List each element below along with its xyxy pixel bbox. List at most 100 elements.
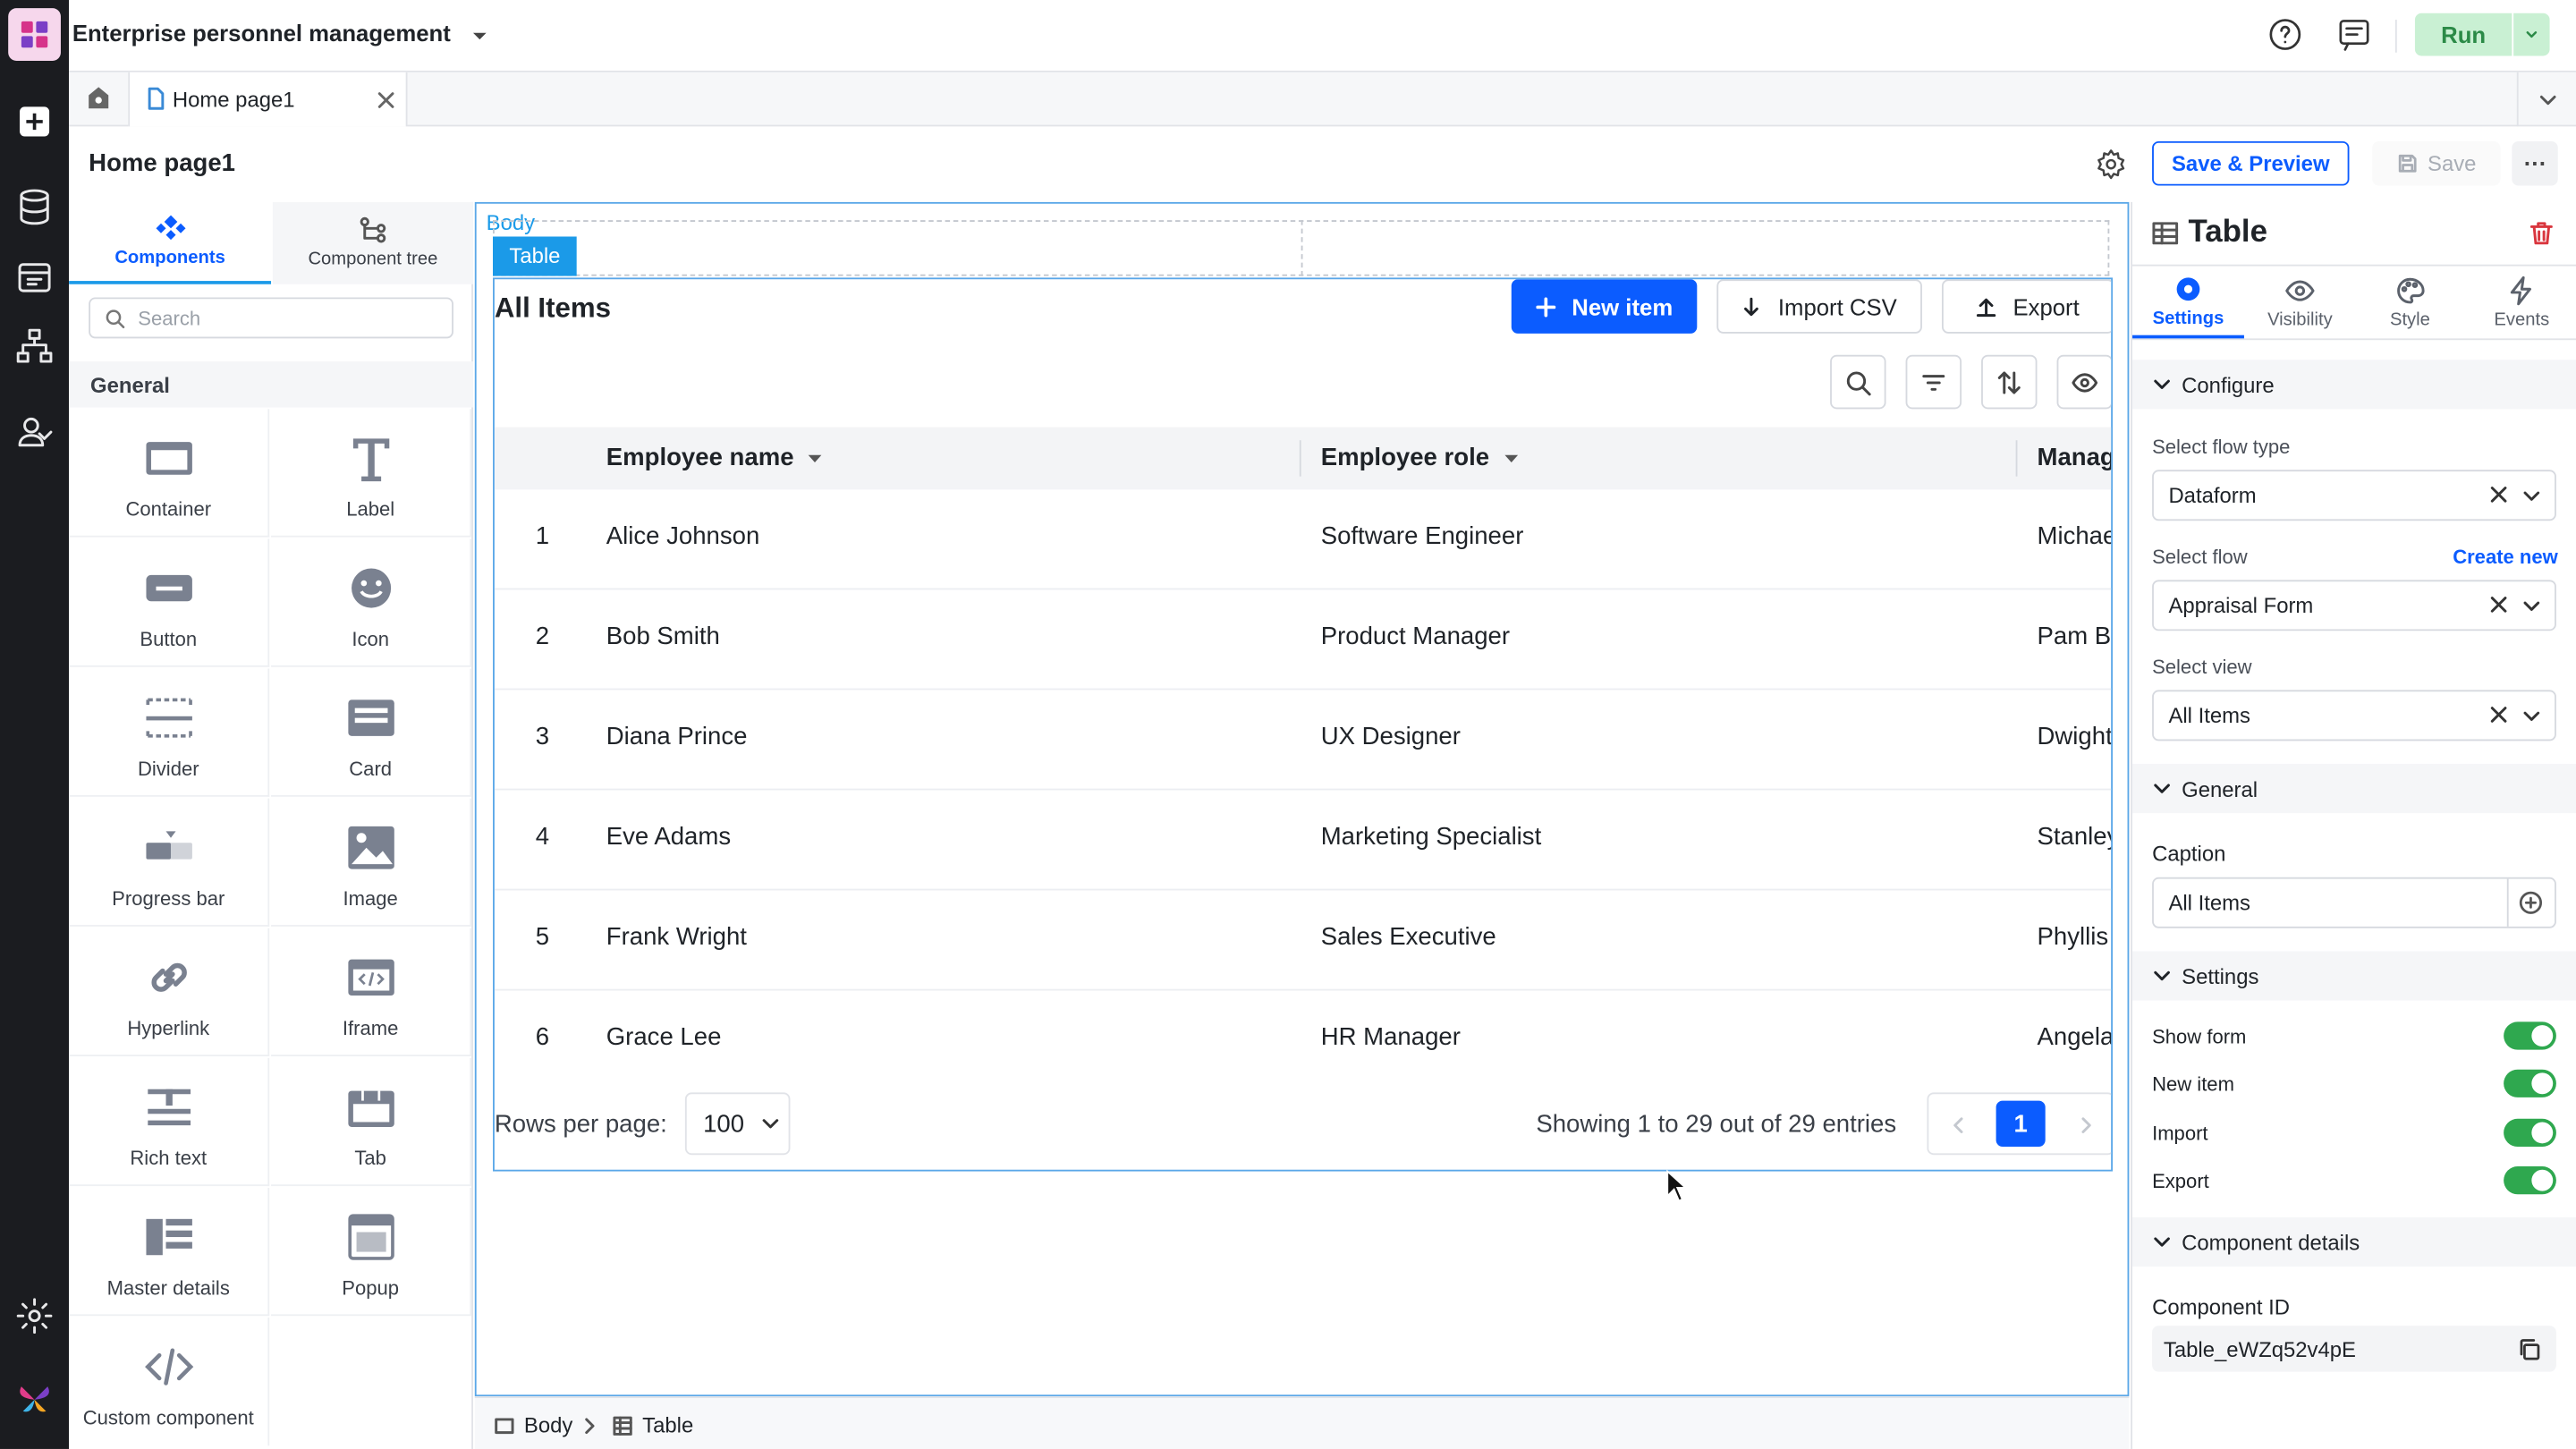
tab-home-page1[interactable]: Home page1 bbox=[128, 72, 408, 127]
table-sort-button[interactable] bbox=[1981, 354, 2038, 410]
component-card[interactable]: Card bbox=[271, 668, 472, 797]
tab-style[interactable]: Style bbox=[2354, 267, 2466, 339]
chevron-down-icon bbox=[2154, 379, 2170, 389]
database-icon[interactable] bbox=[15, 187, 55, 226]
table-filter-button[interactable] bbox=[1905, 354, 1962, 410]
lightning-icon bbox=[2510, 275, 2531, 305]
table-visibility-button[interactable] bbox=[2056, 354, 2112, 410]
chevron-right-icon[interactable] bbox=[2077, 1115, 2097, 1135]
tab-visibility[interactable]: Visibility bbox=[2244, 267, 2356, 339]
import-toggle[interactable] bbox=[2504, 1118, 2556, 1148]
chevron-left-icon[interactable] bbox=[1948, 1115, 1968, 1135]
caption-input[interactable]: All Items bbox=[2152, 877, 2556, 928]
add-circle-icon[interactable] bbox=[2519, 890, 2544, 915]
pages-icon[interactable] bbox=[15, 258, 55, 297]
export-toggle[interactable] bbox=[2504, 1166, 2556, 1195]
table-row[interactable]: 5 Frank Wright Sales Executive Phyllis bbox=[494, 890, 2112, 991]
gear-icon[interactable] bbox=[15, 1296, 55, 1335]
table-row[interactable]: 4 Eve Adams Marketing Specialist Stanley bbox=[494, 790, 2112, 891]
export-button[interactable]: Export bbox=[1941, 279, 2112, 334]
run-button[interactable]: Run bbox=[2414, 13, 2512, 56]
table-row[interactable]: 3 Diana Prince UX Designer Dwight bbox=[494, 690, 2112, 791]
import-csv-button[interactable]: Import CSV bbox=[1716, 279, 1922, 334]
run-dropdown-button[interactable] bbox=[2513, 13, 2550, 56]
breadcrumb-body[interactable]: Body bbox=[495, 1413, 572, 1437]
trash-icon[interactable] bbox=[2529, 220, 2555, 246]
clear-icon[interactable] bbox=[2489, 705, 2509, 724]
cell-manager: Angela bbox=[2037, 1023, 2113, 1052]
brand-butterfly-icon bbox=[15, 1380, 55, 1419]
table-search-button[interactable] bbox=[1830, 354, 1886, 410]
help-icon[interactable] bbox=[2267, 16, 2303, 52]
app-dropdown-icon[interactable] bbox=[470, 26, 489, 46]
component-container[interactable]: Container bbox=[69, 409, 270, 538]
new-item-button[interactable]: New item bbox=[1511, 279, 1698, 334]
clear-icon[interactable] bbox=[2489, 485, 2509, 504]
section-settings[interactable]: Settings bbox=[2132, 951, 2576, 1001]
table-component[interactable]: All Items New item Import CSV Export Emp… bbox=[493, 277, 2113, 1172]
section-configure[interactable]: Configure bbox=[2132, 360, 2576, 410]
tab-settings[interactable]: Settings bbox=[2132, 267, 2244, 339]
add-icon[interactable] bbox=[15, 102, 55, 141]
component-button[interactable]: Button bbox=[69, 538, 270, 667]
arrow-down-icon bbox=[1744, 296, 1759, 316]
rows-per-page-select[interactable]: 100 bbox=[684, 1092, 791, 1156]
home-icon[interactable] bbox=[86, 86, 112, 112]
table-row[interactable]: 1 Alice Johnson Software Engineer Michae bbox=[494, 489, 2112, 590]
copy-icon[interactable] bbox=[2517, 1337, 2542, 1362]
component-label[interactable]: Label bbox=[271, 409, 472, 538]
new-item-toggle[interactable] bbox=[2504, 1069, 2556, 1097]
tabs-overflow-chevron-icon[interactable] bbox=[2516, 72, 2576, 127]
component-id-label: Component ID bbox=[2152, 1294, 2291, 1319]
app-logo-icon[interactable] bbox=[8, 8, 61, 61]
canvas-body[interactable]: Body Table All Items New item Import CSV… bbox=[474, 201, 2130, 1397]
table-row[interactable]: 6 Grace Lee HR Manager Angela bbox=[495, 991, 2113, 1091]
chevron-down-icon bbox=[2154, 1237, 2170, 1247]
tab-component-tree[interactable]: Component tree bbox=[272, 201, 473, 284]
section-component-details[interactable]: Component details bbox=[2132, 1216, 2576, 1267]
column-header-employee-role[interactable]: Employee role bbox=[1321, 444, 1519, 471]
clear-icon[interactable] bbox=[2489, 595, 2509, 614]
component-image[interactable]: Image bbox=[271, 798, 472, 927]
chat-icon[interactable] bbox=[2336, 16, 2372, 52]
column-header-manager[interactable]: Manag bbox=[2038, 444, 2112, 471]
save-label: Save bbox=[2428, 150, 2477, 176]
page-1-button[interactable]: 1 bbox=[1996, 1100, 2046, 1148]
filter-icon bbox=[1922, 374, 1945, 390]
close-icon[interactable] bbox=[377, 92, 394, 108]
table-row[interactable]: 2 Bob Smith Product Manager Pam B bbox=[494, 589, 2112, 691]
component-iframe[interactable]: Iframe bbox=[271, 928, 472, 1056]
toggle-label: Show form bbox=[2152, 1025, 2247, 1048]
save-preview-button[interactable]: Save & Preview bbox=[2152, 140, 2350, 186]
save-button[interactable]: Save bbox=[2372, 140, 2501, 186]
components-panel: Components Component tree Search General… bbox=[69, 201, 473, 1449]
component-custom[interactable]: Custom component bbox=[69, 1318, 270, 1446]
more-options-button[interactable]: ⋯ bbox=[2512, 140, 2558, 186]
component-icon[interactable]: Icon bbox=[271, 538, 472, 667]
component-hyperlink[interactable]: Hyperlink bbox=[69, 928, 270, 1056]
flow-select[interactable]: Appraisal Form bbox=[2152, 580, 2556, 631]
users-icon[interactable] bbox=[15, 412, 55, 452]
create-new-link[interactable]: Create new bbox=[2453, 546, 2558, 569]
section-general[interactable]: General bbox=[2132, 764, 2576, 814]
component-master-details[interactable]: Master details bbox=[69, 1187, 270, 1317]
component-divider[interactable]: Divider bbox=[69, 668, 270, 797]
component-label-text: Iframe bbox=[342, 1016, 399, 1040]
top-bar: Enterprise personnel management Run bbox=[69, 0, 2576, 72]
component-popup[interactable]: Popup bbox=[271, 1187, 472, 1317]
flow-type-select[interactable]: Dataform bbox=[2152, 470, 2556, 521]
component-progress-bar[interactable]: Progress bar bbox=[69, 798, 270, 927]
tab-events[interactable]: Events bbox=[2466, 267, 2576, 339]
component-rich-text[interactable]: Rich text bbox=[69, 1057, 270, 1187]
view-select[interactable]: All Items bbox=[2152, 690, 2556, 741]
breadcrumb-table[interactable]: Table bbox=[613, 1413, 693, 1437]
page-icon bbox=[148, 87, 165, 110]
tab-components[interactable]: Components bbox=[69, 202, 272, 284]
column-header-employee-name[interactable]: Employee name bbox=[606, 444, 824, 471]
component-tab[interactable]: Tab bbox=[271, 1057, 472, 1187]
show-form-toggle[interactable] bbox=[2504, 1021, 2556, 1050]
search-input[interactable]: Search bbox=[89, 297, 453, 339]
component-label-text: Divider bbox=[137, 757, 199, 781]
workflow-icon[interactable] bbox=[15, 327, 55, 367]
page-settings-gear-icon[interactable] bbox=[2095, 148, 2128, 181]
